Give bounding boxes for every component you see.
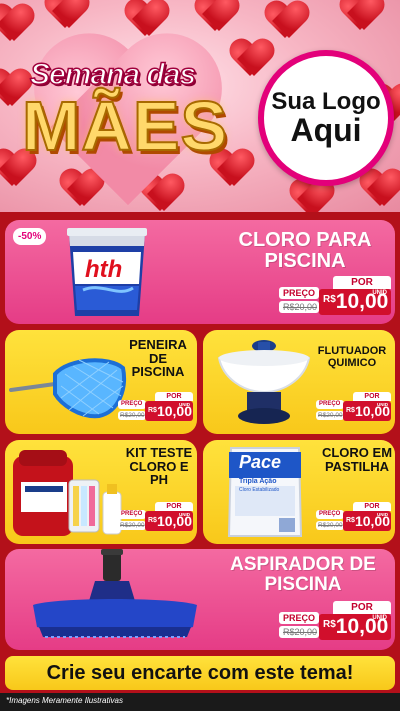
old-price: R$20,00: [316, 411, 344, 420]
cta-banner[interactable]: Crie seu encarte com este tema!: [5, 656, 395, 690]
currency-symbol: R$: [346, 407, 355, 414]
heart-decoration: [45, 0, 89, 32]
test-kit-icon: [9, 446, 125, 540]
footer-bar: *Imagens Meramente Ilustrativas: [0, 693, 400, 711]
old-price: R$20,00: [279, 626, 319, 638]
product-name: KIT TESTE CLORO E PH: [125, 445, 193, 488]
discount-badge: -50%: [13, 228, 47, 245]
old-price: R$20,00: [118, 411, 146, 420]
brand-logo-hth: hth: [85, 256, 123, 283]
price-preco-label: PREÇO: [118, 510, 146, 519]
product-card-cloro-pastilha[interactable]: Pace Tripla Ação Cloro Estabilizado CLOR…: [203, 440, 395, 544]
heart-decoration: [340, 0, 384, 34]
price-por-label: POR: [333, 276, 391, 289]
price-preco-label: PREÇO: [316, 400, 344, 409]
title-line2: MÃES: [21, 86, 229, 166]
heart-decoration: [195, 0, 239, 35]
logo-text-line1: Sua Logo: [271, 87, 381, 115]
product-card-cloro-piscina[interactable]: -50% hth CLORO PARA PISCINA POR PREÇO R$…: [5, 220, 395, 324]
product-name: FLUTUADOR QUIMICO: [317, 345, 387, 369]
price-preco-label: PREÇO: [316, 510, 344, 519]
heart-decoration: [0, 5, 34, 45]
price-preco-label: PREÇO: [279, 287, 319, 299]
chemical-floater-icon: [209, 336, 319, 430]
currency-symbol: R$: [323, 619, 336, 630]
price-por-label: POR: [333, 601, 391, 614]
pool-net-icon: [9, 344, 129, 424]
unit-label: UNID: [372, 615, 387, 621]
header-banner: Semana das MÃES Sua Logo Aqui: [0, 0, 400, 212]
disclaimer-text: *Imagens Meramente Ilustrativas: [6, 696, 123, 705]
product-card-flutuador[interactable]: FLUTUADOR QUIMICO POR PREÇO R$20,00 R$10…: [203, 330, 395, 434]
old-price: R$20,00: [279, 301, 319, 313]
price-por-label: POR: [155, 502, 193, 511]
currency-symbol: R$: [346, 517, 355, 524]
logo-placeholder: Sua Logo Aqui: [258, 50, 394, 186]
unit-label: UNID: [372, 290, 387, 296]
price-tag: POR PREÇO R$20,00 R$10,00 UNID: [279, 276, 391, 316]
heart-decoration: [360, 170, 400, 210]
product-card-kit-teste[interactable]: KIT TESTE CLORO E PH POR PREÇO R$20,00 R…: [5, 440, 197, 544]
product-card-peneira[interactable]: PENEIRA DE PISCINA POR PREÇO R$20,00 R$1…: [5, 330, 197, 434]
old-price: R$20,00: [316, 521, 344, 530]
price-tag: POR PREÇO R$20,00 R$10,00 UNID: [316, 392, 391, 422]
price-por-label: POR: [155, 392, 193, 401]
brand-logo-pace: Pace: [239, 452, 282, 472]
price-por-label: POR: [353, 392, 391, 401]
currency-symbol: R$: [148, 517, 157, 524]
unit-label: UNID: [179, 512, 190, 517]
pool-vacuum-icon: [25, 549, 205, 647]
currency-symbol: R$: [323, 294, 336, 305]
price-preco-label: PREÇO: [279, 612, 319, 624]
price-tag: POR PREÇO R$20,00 R$10,00 UNID: [118, 502, 193, 532]
price-por-label: POR: [353, 502, 391, 511]
product-name: PENEIRA DE PISCINA: [129, 337, 187, 380]
heart-decoration: [265, 2, 309, 42]
logo-text-line2: Aqui: [290, 111, 362, 148]
price-tag: POR PREÇO R$20,00 R$10,00 UNID: [279, 601, 391, 641]
product-card-aspirador[interactable]: ASPIRADOR DE PISCINA POR PREÇO R$20,00 R…: [5, 549, 395, 650]
unit-label: UNID: [377, 402, 388, 407]
package-text-line2: Cloro Estabilizado: [239, 487, 280, 493]
product-name: ASPIRADOR DE PISCINA: [230, 554, 376, 595]
price-preco-label: PREÇO: [118, 400, 146, 409]
price-tag: POR PREÇO R$20,00 R$10,00 UNID: [118, 392, 193, 422]
product-name: CLORO EM PASTILHA: [321, 445, 393, 474]
unit-label: UNID: [179, 402, 190, 407]
price-tag: POR PREÇO R$20,00 R$10,00 UNID: [316, 502, 391, 532]
unit-label: UNID: [377, 512, 388, 517]
old-price: R$20,00: [118, 521, 146, 530]
currency-symbol: R$: [148, 407, 157, 414]
package-text-line1: Tripla Ação: [239, 478, 277, 485]
product-name: CLORO PARA PISCINA: [238, 229, 372, 272]
